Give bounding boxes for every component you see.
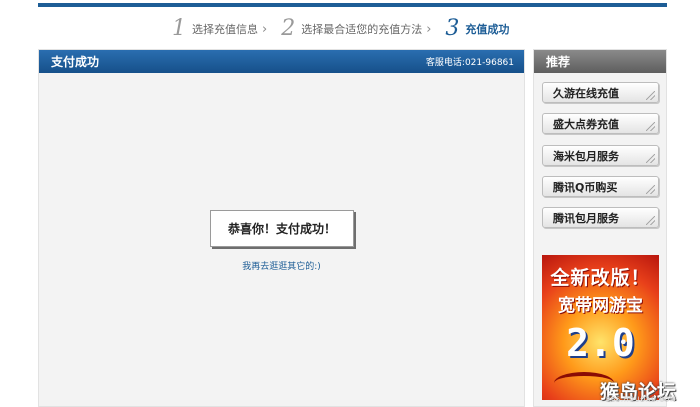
grip-icon xyxy=(646,154,655,163)
recommend-item-label: 腾讯包月服务 xyxy=(553,211,619,225)
chevron-right-icon: › xyxy=(262,21,268,37)
promo-product-name: 宽带网游宝 xyxy=(558,296,643,316)
recommend-item-label: 久游在线充值 xyxy=(553,86,619,100)
step-3: 3 充值成功 xyxy=(445,18,509,40)
recommend-item-label: 腾讯Q币购买 xyxy=(553,180,618,194)
recommend-sidebar: 推荐 久游在线充值 盛大点券充值 海米包月服务 腾讯Q币购买 腾讯包月服务 全新… xyxy=(533,49,667,407)
promo-version: 2.0 xyxy=(566,321,635,365)
grip-icon xyxy=(646,122,655,131)
forum-watermark: 猴岛论坛 BBS.HOUDAO.COM xyxy=(600,377,696,403)
step-3-number: 3 xyxy=(445,16,460,41)
grip-icon xyxy=(646,216,655,225)
recommend-item-label: 盛大点券充值 xyxy=(553,117,619,131)
success-message: 恭喜你！支付成功！ xyxy=(227,222,336,236)
recommend-item-shanda[interactable]: 盛大点券充值 xyxy=(542,113,659,134)
recommend-item-jiuyou[interactable]: 久游在线充值 xyxy=(542,82,659,103)
payment-result-panel: 支付成功 客服电话:021-96861 恭喜你！支付成功！ 我再去逛逛其它的:) xyxy=(38,49,525,407)
recommend-item-haimi[interactable]: 海米包月服务 xyxy=(542,145,659,166)
step-1: 1 选择充值信息 › xyxy=(172,18,275,40)
progress-steps: 1 选择充值信息 › 2 选择最合适您的充值方法 › 3 充值成功 xyxy=(172,16,515,42)
grip-icon xyxy=(646,91,655,100)
step-1-label: 选择充值信息 xyxy=(192,23,258,36)
continue-browsing-link[interactable]: 我再去逛逛其它的:) xyxy=(39,259,524,272)
recommend-item-tencent-monthly[interactable]: 腾讯包月服务 xyxy=(542,207,659,228)
service-hotline: 客服电话:021-96861 xyxy=(425,58,514,68)
chevron-right-icon: › xyxy=(426,21,432,37)
step-1-number: 1 xyxy=(172,16,186,41)
watermark-url: BBS.HOUDAO.COM xyxy=(606,396,677,403)
recommend-item-label: 海米包月服务 xyxy=(553,149,619,163)
recommend-item-qcoin[interactable]: 腾讯Q币购买 xyxy=(542,176,659,197)
success-message-box: 恭喜你！支付成功！ xyxy=(210,210,354,247)
panel-header: 支付成功 客服电话:021-96861 xyxy=(39,50,524,73)
step-2: 2 选择最合适您的充值方法 › xyxy=(281,18,439,40)
step-3-label: 充值成功 xyxy=(465,23,510,36)
promo-headline: 全新改版！ xyxy=(550,267,651,289)
step-2-number: 2 xyxy=(281,16,296,41)
grip-icon xyxy=(646,185,655,194)
sidebar-header: 推荐 xyxy=(534,50,666,73)
step-2-label: 选择最合适您的充值方法 xyxy=(301,23,423,36)
sidebar-title: 推荐 xyxy=(546,55,571,69)
page-title: 支付成功 xyxy=(51,55,100,69)
top-divider xyxy=(38,3,667,7)
